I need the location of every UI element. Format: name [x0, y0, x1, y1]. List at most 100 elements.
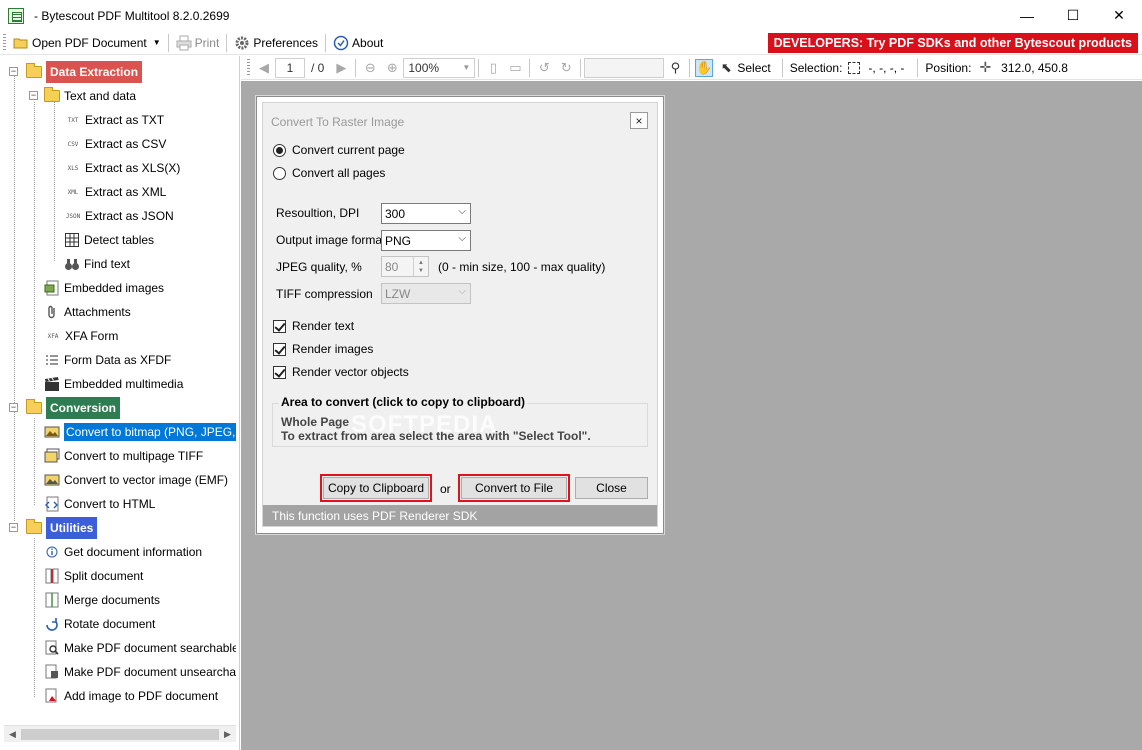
open-pdf-button[interactable]: Open PDF Document ▼ — [9, 32, 165, 54]
select-tool-icon[interactable]: ⬉ — [717, 59, 735, 77]
rotate-right-icon[interactable]: ↻ — [557, 59, 575, 77]
zoom-out-icon[interactable]: ⊖ — [361, 59, 379, 77]
about-icon — [333, 35, 349, 50]
checkbox-label: Render vector objects — [292, 365, 409, 379]
find-text-input[interactable] — [584, 57, 665, 78]
tree-item-rotate-document[interactable]: Rotate document — [44, 613, 155, 635]
tree-item-convert-bitmap[interactable]: Convert to bitmap (PNG, JPEG, ...) — [44, 421, 236, 443]
tiff-compression-select[interactable]: LZW ⌵ — [381, 283, 471, 304]
convert-to-file-button[interactable]: Convert to File — [458, 474, 570, 502]
prev-page-icon[interactable]: ◀ — [255, 59, 273, 77]
toolbar-separator — [325, 33, 327, 52]
tree-item-merge-documents[interactable]: Merge documents — [44, 589, 160, 611]
position-value: 312.0, 450.8 — [1001, 60, 1068, 75]
tree-item-extract-txt[interactable]: TXT Extract as TXT — [64, 109, 165, 131]
tree-item-split-document[interactable]: Split document — [44, 565, 143, 587]
tree-item-convert-html[interactable]: Convert to HTML — [44, 493, 155, 515]
scroll-right-icon[interactable]: ▶ — [219, 726, 236, 743]
tree-category-data-extraction[interactable]: − Data Extraction — [8, 61, 143, 83]
render-text-checkbox[interactable]: Render text — [273, 319, 354, 333]
tree-item-label: Convert to HTML — [64, 497, 156, 511]
stepper-arrows-icon[interactable]: ▲ ▼ — [413, 257, 428, 276]
tree-item-label: Find text — [84, 257, 131, 271]
zoom-value: 100% — [408, 60, 440, 75]
copy-to-clipboard-button[interactable]: Copy to Clipboard — [320, 474, 432, 502]
collapse-icon[interactable]: − — [9, 403, 18, 412]
tree-line — [14, 76, 15, 406]
tree-item-extract-json[interactable]: JSON Extract as JSON — [64, 205, 174, 227]
maximize-button[interactable]: ☐ — [1050, 0, 1096, 31]
fit-width-icon[interactable]: ▭ — [506, 59, 524, 77]
collapse-icon[interactable]: − — [29, 91, 38, 100]
toolbar-grip[interactable] — [3, 33, 6, 52]
vector-image-icon — [44, 474, 60, 486]
tree-item-make-searchable[interactable]: Make PDF document searchable — [44, 637, 236, 659]
tree-item-convert-tiff[interactable]: Convert to multipage TIFF — [44, 445, 203, 467]
next-page-icon[interactable]: ▶ — [332, 59, 350, 77]
minimize-button[interactable]: — — [1004, 0, 1050, 31]
developers-banner-link[interactable]: DEVELOPERS: Try PDF SDKs and other Bytes… — [767, 33, 1138, 53]
tree-item-extract-xls[interactable]: XLS Extract as XLS(X) — [64, 157, 181, 179]
tree-item-get-document-info[interactable]: Get document information — [44, 541, 202, 563]
resolution-label: Resoultion, DPI — [276, 206, 360, 220]
tree-item-extract-xml[interactable]: XML Extract as XML — [64, 181, 167, 203]
tree-item-embedded-images[interactable]: Embedded images — [44, 277, 164, 299]
tree-item-label: Detect tables — [84, 233, 155, 247]
window-title: - Bytescout PDF Multitool 8.2.0.2699 — [34, 8, 230, 23]
hand-tool-icon[interactable]: ✋ — [695, 58, 714, 77]
resolution-select[interactable]: 300 ⌵ — [381, 203, 471, 224]
about-button[interactable]: About — [329, 32, 387, 54]
preferences-label: Preferences — [253, 35, 319, 50]
tree-item-label: Make PDF document searchable — [64, 641, 236, 655]
close-window-button[interactable]: ✕ — [1096, 0, 1142, 31]
format-select[interactable]: PNG ⌵ — [381, 230, 471, 251]
collapse-icon[interactable]: − — [9, 67, 18, 76]
zoom-in-icon[interactable]: ⊕ — [383, 59, 401, 77]
rotate-left-icon[interactable]: ↺ — [535, 59, 553, 77]
tree-line — [34, 418, 35, 506]
render-images-checkbox[interactable]: Render images — [273, 342, 373, 356]
collapse-icon[interactable]: − — [9, 523, 18, 532]
tree-item-convert-vector[interactable]: Convert to vector image (EMF) — [44, 469, 228, 491]
tree-item-find-text[interactable]: Find text — [64, 253, 130, 275]
rotate-icon — [46, 618, 58, 631]
tree-horizontal-scrollbar[interactable]: ◀ ▶ — [4, 725, 236, 742]
tree-category-utilities[interactable]: − Utilities — [8, 517, 98, 539]
scroll-left-icon[interactable]: ◀ — [4, 726, 21, 743]
convert-all-pages-radio[interactable]: Convert all pages — [273, 166, 385, 180]
tree-item-label: Rotate document — [64, 617, 156, 631]
preferences-button[interactable]: Preferences — [230, 32, 322, 54]
tree-item-form-data-xfdf[interactable]: Form Data as XFDF — [44, 349, 171, 371]
chevron-down-icon[interactable]: ▼ — [153, 38, 161, 47]
print-button[interactable]: Print — [172, 32, 224, 54]
render-vector-checkbox[interactable]: Render vector objects — [273, 365, 409, 379]
tree-item-detect-tables[interactable]: Detect tables — [64, 229, 154, 251]
tree-item-xfa-form[interactable]: XFA XFA Form — [44, 325, 119, 347]
convert-current-page-radio[interactable]: Convert current page — [273, 143, 405, 157]
dialog-close-icon[interactable]: × — [630, 112, 648, 129]
close-button[interactable]: Close — [575, 477, 648, 499]
scrollbar-thumb[interactable] — [21, 729, 219, 740]
tree-item-label: Embedded images — [64, 281, 165, 295]
select-tool-label[interactable]: Select — [737, 61, 770, 75]
binoculars-icon[interactable]: ⚲ — [666, 59, 684, 77]
tree-category-conversion[interactable]: − Conversion — [8, 397, 121, 419]
tree-item-extract-csv[interactable]: CSV Extract as CSV — [64, 133, 167, 155]
tree-item-label: Make PDF document unsearchable — [64, 665, 236, 679]
jpeg-quality-label: JPEG quality, % — [276, 260, 362, 274]
paperclip-icon — [48, 305, 55, 319]
toolbar-grip[interactable] — [247, 58, 250, 77]
tree-item-text-and-data[interactable]: − Text and data — [28, 85, 136, 107]
fit-page-icon[interactable]: ▯ — [484, 59, 502, 77]
open-pdf-label: Open PDF Document — [32, 35, 147, 50]
tree-item-embedded-multimedia[interactable]: Embedded multimedia — [44, 373, 183, 395]
page-number-input[interactable]: 1 — [275, 57, 305, 78]
tree-item-make-unsearchable[interactable]: Make PDF document unsearchable — [44, 661, 236, 683]
about-label: About — [352, 35, 384, 50]
zoom-select[interactable]: 100% ▼ — [403, 57, 476, 78]
jpeg-quality-stepper[interactable]: 80 ▲ ▼ — [381, 256, 429, 277]
dialog-title: Convert To Raster Image — [271, 115, 405, 129]
checkbox-checked-icon — [273, 319, 286, 333]
tree-item-attachments[interactable]: Attachments — [44, 301, 131, 323]
tree-item-add-image[interactable]: Add image to PDF document — [44, 685, 218, 707]
